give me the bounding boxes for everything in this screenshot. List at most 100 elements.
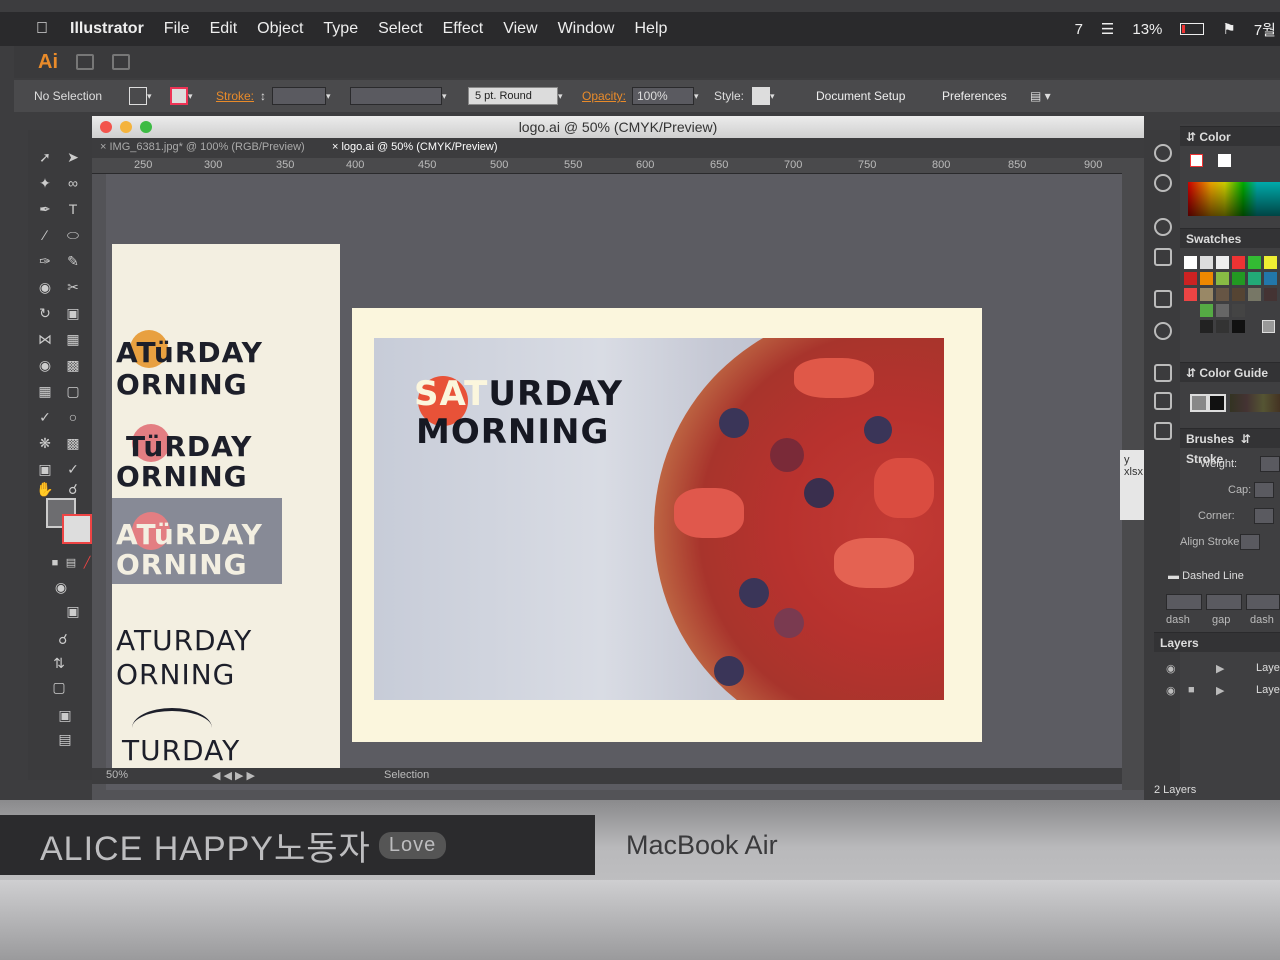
- menu-effect[interactable]: Effect: [443, 20, 484, 38]
- menu-file[interactable]: File: [164, 20, 190, 38]
- current-tool-status[interactable]: Selection: [384, 769, 429, 781]
- swatch[interactable]: [1232, 272, 1245, 285]
- swatch[interactable]: [1232, 256, 1245, 269]
- menu-app-name[interactable]: Illustrator: [70, 20, 144, 38]
- status-number[interactable]: 7: [1075, 21, 1083, 38]
- swatch[interactable]: [1200, 320, 1213, 333]
- swatch[interactable]: [1248, 272, 1261, 285]
- swatch[interactable]: [1200, 256, 1213, 269]
- draw-mode-icon[interactable]: ◉: [52, 578, 70, 596]
- style-swatch[interactable]: ▾: [752, 86, 775, 106]
- swatch[interactable]: [1264, 256, 1277, 269]
- stroke-swatch[interactable]: ▾: [170, 86, 193, 106]
- paintbrush-icon[interactable]: ✑: [36, 252, 54, 270]
- panel-menu-icon[interactable]: ▤ ▾: [1030, 86, 1051, 106]
- blend-tool-icon[interactable]: ○: [64, 408, 82, 426]
- align-icon[interactable]: [1154, 392, 1172, 410]
- swatch-stack-icon[interactable]: ▢: [50, 678, 68, 696]
- scissors-icon[interactable]: ✂: [64, 278, 82, 296]
- artboard-main[interactable]: SATURDAY MORNING: [352, 308, 982, 742]
- swatch[interactable]: [1200, 272, 1213, 285]
- slice-tool-icon[interactable]: ✓: [64, 460, 82, 478]
- wifi-icon[interactable]: ☰: [1101, 20, 1114, 38]
- tab-logo-ai[interactable]: × logo.ai @ 50% (CMYK/Preview): [332, 141, 498, 153]
- menu-edit[interactable]: Edit: [210, 20, 238, 38]
- appearance-icon[interactable]: [1154, 322, 1172, 340]
- menu-object[interactable]: Object: [257, 20, 303, 38]
- canvas[interactable]: ATüRDAY ORNING TüRDAY ORNING ATüRDAY ORN…: [106, 174, 1122, 790]
- menu-type[interactable]: Type: [323, 20, 358, 38]
- hand-tool-icon[interactable]: ✋: [36, 480, 54, 498]
- brush-value[interactable]: 5 pt. Round: [468, 87, 558, 105]
- swatch[interactable]: [1262, 320, 1275, 333]
- free-transform-icon[interactable]: ▦: [64, 330, 82, 348]
- minimize-window-icon[interactable]: [120, 121, 132, 133]
- artboard-nav-arrows[interactable]: ◀ ◀ ▶ ▶: [212, 769, 255, 782]
- cap-buttons[interactable]: [1254, 482, 1274, 498]
- rotate-tool-icon[interactable]: ↻: [36, 304, 54, 322]
- swatch[interactable]: [1232, 320, 1245, 333]
- transform-icon[interactable]: [1154, 364, 1172, 382]
- eyedropper-icon[interactable]: ✓: [36, 408, 54, 426]
- layer-name-2[interactable]: Laye: [1256, 684, 1280, 696]
- horizontal-ruler[interactable]: 250 300 350 400 450 500 550 600 650 700 …: [92, 158, 1122, 174]
- swatch[interactable]: [1264, 288, 1277, 301]
- swatch[interactable]: [1200, 304, 1213, 317]
- artboard-logo-variants[interactable]: ATüRDAY ORNING TüRDAY ORNING ATüRDAY ORN…: [112, 244, 340, 774]
- menu-help[interactable]: Help: [634, 20, 667, 38]
- swatch[interactable]: [1184, 272, 1197, 285]
- swatch[interactable]: [1216, 320, 1229, 333]
- brushes-tab[interactable]: Brushes: [1186, 432, 1234, 446]
- white-swatch[interactable]: [1218, 154, 1231, 167]
- artboard-tool-icon[interactable]: ▣: [36, 460, 54, 478]
- shape-builder-icon[interactable]: ◉: [36, 356, 54, 374]
- gap-field[interactable]: [1206, 594, 1242, 610]
- swatch[interactable]: [1216, 288, 1229, 301]
- layers-nav-icon[interactable]: ▤: [56, 730, 74, 748]
- symbols-icon[interactable]: [1154, 218, 1172, 236]
- graphic-styles-icon[interactable]: [1154, 248, 1172, 266]
- menu-window[interactable]: Window: [558, 20, 615, 38]
- stroke-label[interactable]: Stroke:: [216, 86, 254, 106]
- document-setup-button[interactable]: Document Setup: [816, 86, 905, 106]
- stroke-color-box[interactable]: [62, 514, 92, 544]
- brushes-stroke-header[interactable]: Brushes ⇵ Stroke: [1180, 428, 1280, 466]
- dash-field-2[interactable]: [1246, 594, 1280, 610]
- opacity-label[interactable]: Opacity:: [582, 86, 626, 106]
- arrange-icon[interactable]: ⇅: [50, 654, 68, 672]
- type-tool-icon[interactable]: T: [64, 200, 82, 218]
- align-stroke-buttons[interactable]: [1240, 534, 1260, 550]
- menu-date[interactable]: 7월: [1254, 19, 1276, 40]
- dash-field[interactable]: [1166, 594, 1202, 610]
- info-icon[interactable]: [1154, 174, 1172, 192]
- gradient-tool-icon[interactable]: ▢: [64, 382, 82, 400]
- fill-swatch[interactable]: ▾: [129, 86, 152, 106]
- color-panel-header[interactable]: ⇵ Color: [1180, 126, 1280, 146]
- battery-icon[interactable]: [1180, 23, 1205, 35]
- pen-tool-icon[interactable]: ✒: [36, 200, 54, 218]
- pencil-icon[interactable]: ✎: [64, 252, 82, 270]
- strawberry-tart-photo[interactable]: SATURDAY MORNING: [374, 338, 944, 700]
- pathfinder-icon[interactable]: [1154, 422, 1172, 440]
- swatch[interactable]: [1248, 256, 1261, 269]
- swatch[interactable]: [1248, 288, 1261, 301]
- layer-visibility-icon[interactable]: ◉: [1166, 684, 1176, 697]
- blob-brush-icon[interactable]: ◉: [36, 278, 54, 296]
- ellipse-tool-icon[interactable]: ⬭: [64, 226, 82, 244]
- color-guide-header[interactable]: ⇵ Color Guide: [1180, 362, 1280, 382]
- line-tool-icon[interactable]: ∕: [36, 226, 54, 244]
- swatches-panel-header[interactable]: Swatches: [1180, 228, 1280, 248]
- guide-base-color[interactable]: [1190, 394, 1208, 412]
- variable-width-field[interactable]: ▾: [350, 86, 447, 106]
- arrange-documents-icon[interactable]: [112, 54, 130, 70]
- close-window-icon[interactable]: [100, 121, 112, 133]
- swatch[interactable]: [1264, 272, 1277, 285]
- navigator-icon[interactable]: [1154, 144, 1172, 162]
- width-tool-icon[interactable]: ⋈: [36, 330, 54, 348]
- dashed-line-row[interactable]: ▬ Dashed Line: [1168, 570, 1244, 582]
- selection-tool-icon[interactable]: ➚: [36, 148, 54, 166]
- corner-buttons[interactable]: [1254, 508, 1274, 524]
- stroke-weight-stepper[interactable]: ↕: [260, 86, 266, 106]
- column-graph-icon[interactable]: ▩: [64, 434, 82, 452]
- swatch[interactable]: [1200, 288, 1213, 301]
